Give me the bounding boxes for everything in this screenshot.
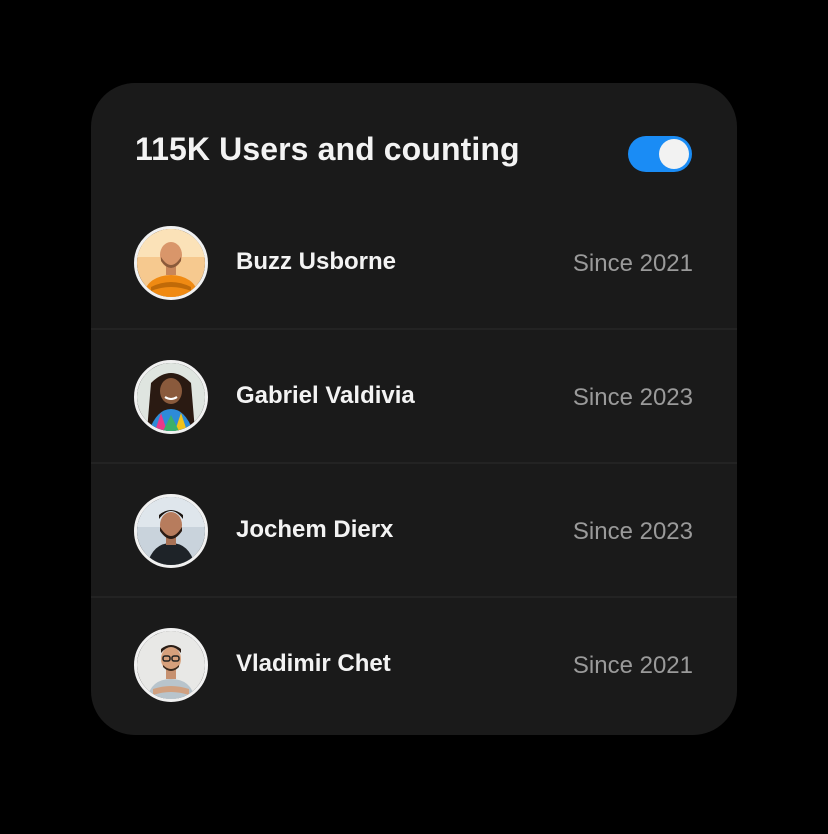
- user-name: Vladimir Chet: [236, 650, 391, 677]
- user-name: Jochem Dierx: [236, 516, 394, 543]
- avatar: [134, 360, 208, 434]
- list-item[interactable]: Vladimir Chet Since 2021: [91, 598, 737, 732]
- users-card: 115K Users and counting Buzz Usborne Sin…: [91, 83, 737, 735]
- avatar-photo-orange-shirt-icon: [137, 229, 205, 297]
- card-title: 115K Users and counting: [135, 131, 520, 167]
- avatar: [134, 494, 208, 568]
- toggle-switch[interactable]: [628, 136, 692, 172]
- since-label: Since 2023: [572, 384, 693, 411]
- avatar-photo-dark-shirt-icon: [137, 497, 205, 565]
- avatar: [134, 628, 208, 702]
- list-item[interactable]: Buzz Usborne Since 2021: [91, 196, 737, 330]
- avatar-photo-colorful-top-icon: [137, 363, 205, 431]
- since-label: Since 2023: [572, 518, 693, 545]
- list-item[interactable]: Jochem Dierx Since 2023: [91, 464, 737, 598]
- user-name: Buzz Usborne: [236, 248, 397, 275]
- since-label: Since 2021: [572, 250, 693, 277]
- avatar: [134, 226, 208, 300]
- since-label: Since 2021: [572, 652, 693, 679]
- user-name: Gabriel Valdivia: [236, 382, 415, 409]
- list-item[interactable]: Gabriel Valdivia Since 2023: [91, 330, 737, 464]
- user-list: Buzz Usborne Since 2021 Gabriel Valdivia…: [91, 196, 737, 732]
- toggle-knob: [659, 139, 689, 169]
- avatar-photo-grey-shirt-icon: [137, 631, 205, 699]
